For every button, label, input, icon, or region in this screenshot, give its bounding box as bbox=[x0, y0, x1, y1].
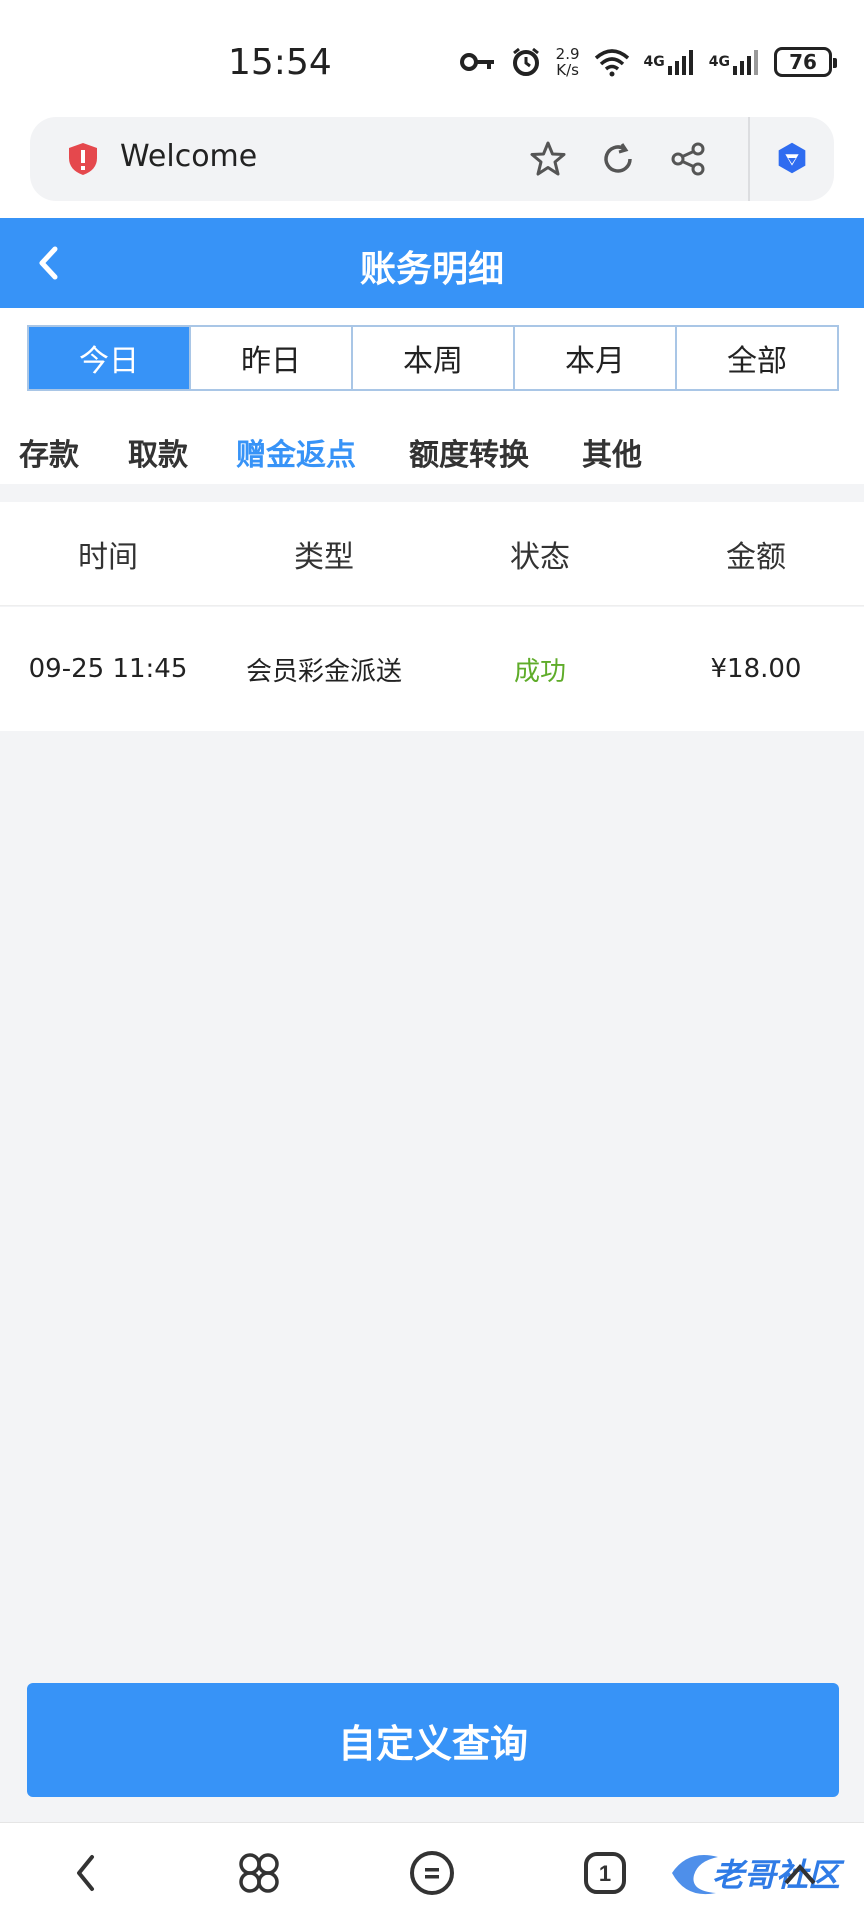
category-tab-bonus-rebate[interactable]: 赠金返点 bbox=[236, 430, 356, 474]
tab-count: 1 bbox=[599, 1861, 611, 1886]
browser-toolbar: Welcome bbox=[0, 115, 864, 218]
date-tab-this-week[interactable]: 本周 bbox=[351, 327, 513, 389]
battery-icon: 76 bbox=[774, 47, 837, 77]
signal-sim1: 4G bbox=[644, 48, 695, 76]
column-header-status: 状态 bbox=[510, 539, 570, 575]
network-speed: 2.9 K/s bbox=[556, 46, 580, 78]
share-icon[interactable] bbox=[668, 139, 708, 179]
sim1-label: 4G bbox=[643, 54, 665, 70]
signal-sim2: 4G bbox=[709, 48, 760, 76]
row-type: 会员彩金派送 bbox=[245, 656, 402, 687]
shield-icon[interactable] bbox=[66, 141, 100, 177]
date-range-tabs: 今日 昨日 本周 本月 全部 bbox=[27, 325, 839, 391]
date-tab-today[interactable]: 今日 bbox=[29, 327, 189, 389]
back-icon[interactable] bbox=[58, 1845, 114, 1901]
category-tabs: 存款 取款 赠金返点 额度转换 其他 bbox=[0, 430, 864, 486]
star-icon[interactable] bbox=[528, 139, 568, 179]
toolbar-divider bbox=[748, 117, 750, 201]
date-tab-all[interactable]: 全部 bbox=[675, 327, 837, 389]
status-icons: 2.9 K/s 4G 4G 76 bbox=[459, 44, 837, 80]
category-tab-deposit[interactable]: 存款 bbox=[19, 430, 79, 474]
date-tab-this-month[interactable]: 本月 bbox=[513, 327, 675, 389]
status-bar: 15:54 2.9 K/s 4G 4G 76 bbox=[0, 0, 864, 115]
url-text[interactable]: Welcome bbox=[120, 139, 257, 174]
key-icon bbox=[459, 51, 496, 73]
reload-icon[interactable] bbox=[598, 139, 638, 179]
column-header-time: 时间 bbox=[78, 539, 138, 575]
row-amount: ¥18.00 bbox=[710, 654, 802, 684]
row-time: 09-25 11:45 bbox=[28, 654, 188, 684]
date-tab-yesterday[interactable]: 昨日 bbox=[189, 327, 351, 389]
signal-icon bbox=[667, 50, 693, 75]
speed-value: 2.9 bbox=[555, 45, 580, 63]
category-tab-withdraw[interactable]: 取款 bbox=[128, 430, 188, 474]
column-header-amount: 金额 bbox=[726, 539, 786, 575]
app-header: 账务明细 bbox=[0, 218, 864, 308]
category-tab-other[interactable]: 其他 bbox=[582, 430, 642, 474]
wifi-icon bbox=[594, 47, 630, 77]
speed-unit: K/s bbox=[556, 61, 579, 79]
status-time: 15:54 bbox=[228, 42, 332, 83]
signal-icon bbox=[733, 50, 758, 75]
page-title: 账务明细 bbox=[359, 249, 504, 290]
apps-icon[interactable] bbox=[231, 1845, 287, 1901]
home-icon[interactable]: 老哥社区 bbox=[668, 1843, 858, 1903]
tabs-icon[interactable]: 1 bbox=[577, 1845, 633, 1901]
menu-icon[interactable] bbox=[404, 1845, 460, 1901]
category-tab-credit-transfer[interactable]: 额度转换 bbox=[409, 430, 529, 474]
custom-query-button[interactable]: 自定义查询 bbox=[27, 1683, 839, 1797]
column-header-type: 类型 bbox=[294, 539, 354, 575]
row-status: 成功 bbox=[513, 656, 566, 687]
address-bar[interactable]: Welcome bbox=[30, 117, 834, 201]
alarm-icon bbox=[510, 46, 542, 78]
table-row[interactable]: 09-25 11:45 会员彩金派送 成功 ¥18.00 bbox=[0, 607, 864, 731]
bottom-nav: 1 老哥社区 bbox=[0, 1822, 864, 1920]
table-header: 时间 类型 状态 金额 bbox=[0, 502, 864, 606]
ai-assistant-icon[interactable] bbox=[772, 139, 812, 179]
sim2-label: 4G bbox=[708, 54, 730, 70]
filter-area: 今日 昨日 本周 本月 全部 存款 取款 赠金返点 额度转换 其他 bbox=[0, 308, 864, 484]
